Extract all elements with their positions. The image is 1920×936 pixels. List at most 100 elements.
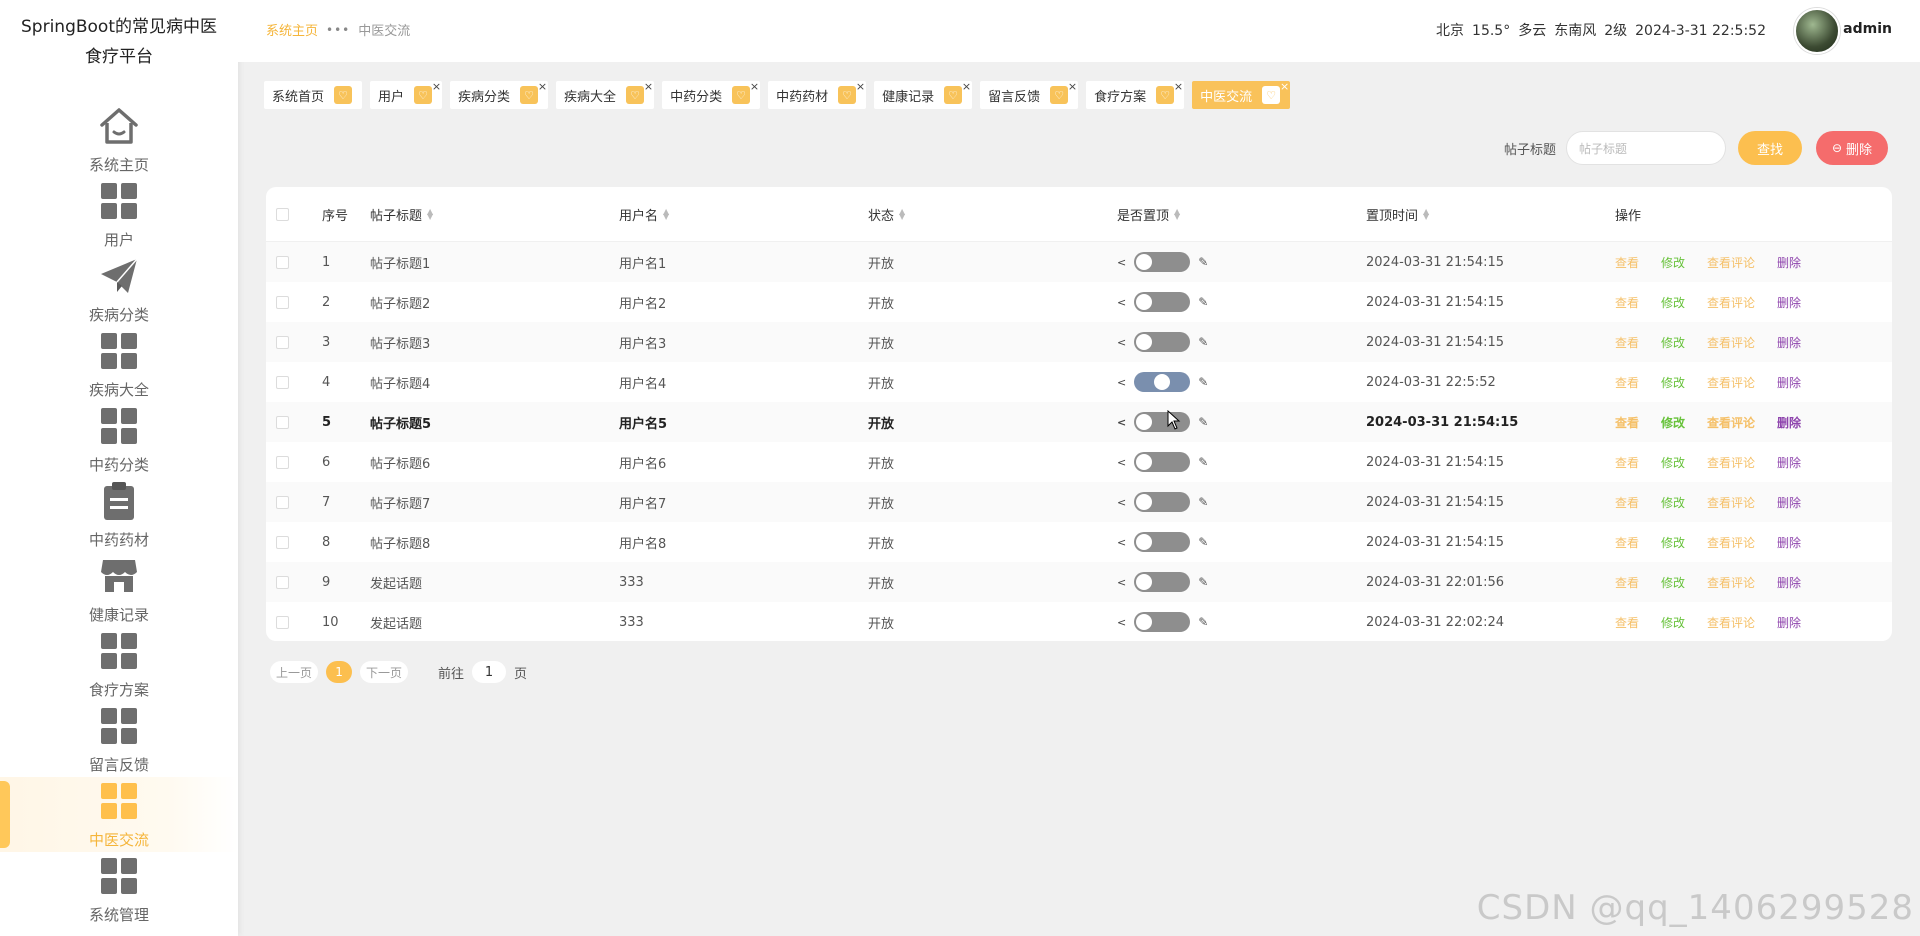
edit-button[interactable]: 修改 [1661, 334, 1685, 351]
view-comments-button[interactable]: 查看评论 [1707, 294, 1755, 311]
edit-pen-icon[interactable]: ✎ [1198, 575, 1208, 589]
share-icon[interactable]: < [1117, 536, 1126, 549]
view-comments-button[interactable]: 查看评论 [1707, 254, 1755, 271]
tag-health-records[interactable]: 健康记录 ♡ × [874, 80, 973, 109]
delete-button[interactable]: 删除 [1777, 374, 1801, 391]
sidebar-item-disease-list[interactable]: 疾病大全 [0, 327, 238, 402]
pin-toggle[interactable] [1134, 332, 1191, 352]
delete-button[interactable]: 删除 [1777, 534, 1801, 551]
tag-close-icon[interactable]: × [1280, 80, 1289, 93]
edit-button[interactable]: 修改 [1661, 374, 1685, 391]
edit-button[interactable]: 修改 [1661, 574, 1685, 591]
view-button[interactable]: 查看 [1615, 574, 1639, 591]
share-icon[interactable]: < [1117, 256, 1126, 269]
sidebar-item-herb-category[interactable]: 中药分类 [0, 402, 238, 477]
search-input[interactable]: 帖子标题 [1566, 131, 1726, 165]
sidebar-item-tcm-forum[interactable]: 中医交流 [0, 777, 238, 852]
delete-button[interactable]: 删除 [1777, 494, 1801, 511]
tag-close-icon[interactable]: × [856, 80, 865, 93]
share-icon[interactable]: < [1117, 576, 1126, 589]
select-all-checkbox[interactable] [276, 207, 289, 221]
prev-page-button[interactable]: 上一页 [270, 661, 319, 683]
breadcrumb-home[interactable]: 系统主页 [266, 20, 318, 39]
pin-toggle[interactable] [1134, 372, 1191, 392]
delete-button[interactable]: 删除 [1777, 454, 1801, 471]
sidebar-item-feedback[interactable]: 留言反馈 [0, 702, 238, 777]
share-icon[interactable]: < [1117, 456, 1126, 469]
sort-icon[interactable]: ▲ ▼ [663, 208, 669, 221]
tag-herb-category[interactable]: 中药分类 ♡ × [662, 80, 761, 109]
edit-pen-icon[interactable]: ✎ [1198, 415, 1208, 429]
tag-users[interactable]: 用户 ♡ × [370, 80, 443, 109]
sidebar-item-system[interactable]: 系统管理 [0, 852, 238, 927]
username[interactable]: admin [1843, 21, 1892, 37]
view-button[interactable]: 查看 [1615, 534, 1639, 551]
edit-button[interactable]: 修改 [1661, 454, 1685, 471]
delete-button[interactable]: 删除 [1777, 614, 1801, 631]
share-icon[interactable]: < [1117, 496, 1126, 509]
sidebar-item-herbs[interactable]: 中药药材 [0, 477, 238, 552]
next-page-button[interactable]: 下一页 [360, 661, 409, 683]
edit-button[interactable]: 修改 [1661, 414, 1685, 431]
share-icon[interactable]: < [1117, 376, 1126, 389]
edit-button[interactable]: 修改 [1661, 494, 1685, 511]
share-icon[interactable]: < [1117, 416, 1126, 429]
delete-button[interactable]: 删除 [1777, 334, 1801, 351]
search-button[interactable]: 查找 [1738, 131, 1802, 165]
avatar[interactable] [1794, 8, 1840, 54]
view-button[interactable]: 查看 [1615, 414, 1639, 431]
batch-delete-button[interactable]: ⊖ 删除 [1816, 131, 1888, 165]
view-comments-button[interactable]: 查看评论 [1707, 454, 1755, 471]
edit-pen-icon[interactable]: ✎ [1198, 295, 1208, 309]
pin-toggle[interactable] [1134, 532, 1191, 552]
col-user[interactable]: 用户名 ▲ ▼ [619, 205, 868, 224]
view-comments-button[interactable]: 查看评论 [1707, 534, 1755, 551]
view-comments-button[interactable]: 查看评论 [1707, 334, 1755, 351]
page-1-button[interactable]: 1 [326, 661, 353, 683]
edit-button[interactable]: 修改 [1661, 614, 1685, 631]
col-status[interactable]: 状态 ▲ ▼ [868, 205, 1117, 224]
share-icon[interactable]: < [1117, 616, 1126, 629]
pin-toggle[interactable] [1134, 412, 1191, 432]
view-button[interactable]: 查看 [1615, 374, 1639, 391]
tag-disease-category[interactable]: 疾病分类 ♡ × [450, 80, 549, 109]
tag-diet-plans[interactable]: 食疗方案 ♡ × [1086, 80, 1185, 109]
edit-pen-icon[interactable]: ✎ [1198, 375, 1208, 389]
edit-button[interactable]: 修改 [1661, 294, 1685, 311]
edit-button[interactable]: 修改 [1661, 254, 1685, 271]
tag-close-icon[interactable]: × [432, 80, 441, 93]
edit-pen-icon[interactable]: ✎ [1198, 535, 1208, 549]
sort-icon[interactable]: ▲ ▼ [1174, 208, 1180, 221]
row-checkbox[interactable] [276, 455, 289, 469]
view-comments-button[interactable]: 查看评论 [1707, 574, 1755, 591]
delete-button[interactable]: 删除 [1777, 574, 1801, 591]
tag-close-icon[interactable]: × [1174, 80, 1183, 93]
row-checkbox[interactable] [276, 375, 289, 389]
tag-disease-list[interactable]: 疾病大全 ♡ × [556, 80, 655, 109]
row-checkbox[interactable] [276, 335, 289, 349]
sidebar-item-home[interactable]: 系统主页 [0, 102, 238, 177]
row-checkbox[interactable] [276, 535, 289, 549]
tag-tcm-forum[interactable]: 中医交流 ♡ × [1192, 80, 1291, 109]
pin-toggle[interactable] [1134, 452, 1191, 472]
sort-icon[interactable]: ▲ ▼ [427, 208, 433, 221]
delete-button[interactable]: 删除 [1777, 254, 1801, 271]
view-button[interactable]: 查看 [1615, 454, 1639, 471]
delete-button[interactable]: 删除 [1777, 294, 1801, 311]
col-pinned[interactable]: 是否置顶 ▲ ▼ [1117, 205, 1366, 224]
edit-pen-icon[interactable]: ✎ [1198, 255, 1208, 269]
sidebar-item-users[interactable]: 用户 [0, 177, 238, 252]
delete-button[interactable]: 删除 [1777, 414, 1801, 431]
pin-toggle[interactable] [1134, 492, 1191, 512]
tag-close-icon[interactable]: × [1068, 80, 1077, 93]
edit-pen-icon[interactable]: ✎ [1198, 455, 1208, 469]
view-button[interactable]: 查看 [1615, 614, 1639, 631]
share-icon[interactable]: < [1117, 336, 1126, 349]
sidebar-item-disease-category[interactable]: 疾病分类 [0, 252, 238, 327]
tag-close-icon[interactable]: × [644, 80, 653, 93]
tag-close-icon[interactable]: × [538, 80, 547, 93]
sidebar-item-health-records[interactable]: 健康记录 [0, 552, 238, 627]
tag-herbs[interactable]: 中药药材 ♡ × [768, 80, 867, 109]
view-button[interactable]: 查看 [1615, 254, 1639, 271]
tag-home[interactable]: 系统首页 ♡ [264, 81, 363, 109]
